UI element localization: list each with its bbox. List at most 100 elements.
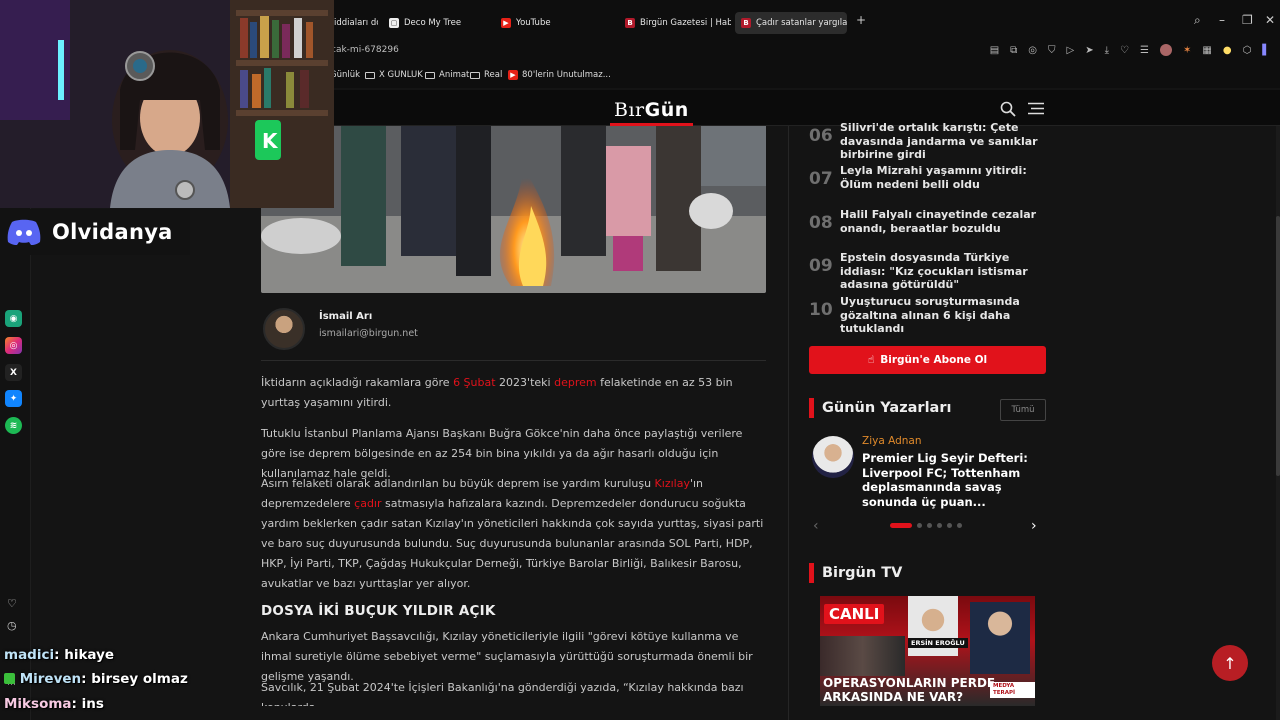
- carousel-dot[interactable]: [927, 523, 932, 528]
- new-tab-icon[interactable]: +: [856, 13, 866, 27]
- tag-link-6-subat[interactable]: 6 Şubat: [453, 376, 496, 389]
- text: 2023'teki: [495, 376, 555, 389]
- carousel-dot[interactable]: [890, 523, 912, 528]
- all-writers-button[interactable]: Tümü: [1000, 399, 1046, 421]
- carousel-dot[interactable]: [957, 523, 962, 528]
- sidebar-toggle-icon[interactable]: ▌: [1262, 45, 1270, 56]
- tab-birgun-home[interactable]: B Birgün Gazetesi | Haber, S: [619, 12, 731, 34]
- screenshot-icon[interactable]: ◎: [1028, 45, 1037, 56]
- search-tabs-icon[interactable]: ⌕: [1194, 13, 1201, 28]
- heart-icon[interactable]: ♡: [7, 597, 17, 610]
- toolbar-icons: ▤ ⧉ ◎ ⛉ ▷ ➤ ⤓ ♡ ☰ ✶ ▦ ● ⬡ ▌: [990, 44, 1270, 56]
- chat-text: ins: [81, 696, 104, 712]
- menu-icon[interactable]: ☰: [1140, 45, 1149, 56]
- bookmark-real[interactable]: Real: [470, 70, 502, 80]
- accent-bar: [809, 563, 814, 583]
- news-title[interactable]: Silivri'de ortalık karıştı: Çete davasın…: [840, 121, 1050, 162]
- author-name[interactable]: İsmail Arı: [319, 311, 372, 322]
- bookmark-label: 80'lerin Unutulmaz...: [522, 70, 611, 80]
- chat-username: Miksoma: [4, 696, 72, 712]
- carousel-dot[interactable]: [947, 523, 952, 528]
- writer-name[interactable]: Ziya Adnan: [862, 435, 922, 447]
- reader-icon[interactable]: ▤: [990, 45, 999, 56]
- translate-icon[interactable]: ⧉: [1010, 45, 1017, 56]
- carousel-next-icon[interactable]: ›: [1031, 518, 1037, 534]
- tab-iddialari[interactable]: iddiaları doğ: [328, 12, 378, 34]
- news-title[interactable]: Epstein dosyasında Türkiye iddiası: "Kız…: [840, 251, 1050, 292]
- bookmark-animat[interactable]: Animat: [425, 70, 469, 80]
- tab-deco-my-tree[interactable]: ▢ Deco My Tree: [383, 12, 483, 34]
- clock-icon[interactable]: ◷: [7, 619, 17, 632]
- birgun-logo[interactable]: BırGün: [610, 98, 693, 126]
- restore-icon[interactable]: ❐: [1242, 13, 1253, 27]
- tab-youtube[interactable]: ▶ YouTube: [495, 12, 605, 34]
- x-twitter-icon[interactable]: X: [5, 364, 22, 381]
- download-icon[interactable]: ⤓: [1105, 45, 1109, 56]
- logo-text-left: Bır: [614, 99, 645, 121]
- news-title[interactable]: Uyuşturucu soruşturmasında gözaltına alı…: [840, 295, 1050, 336]
- extension-icon[interactable]: ✶: [1183, 45, 1191, 56]
- bookmark-x-gunluk[interactable]: X GUNLUK: [365, 70, 423, 80]
- carousel-dots: [890, 523, 962, 528]
- panel-photo: [820, 636, 905, 676]
- profile-avatar[interactable]: [1159, 44, 1172, 56]
- scrollbar-thumb[interactable]: [1276, 216, 1280, 476]
- send-icon[interactable]: ➤: [1085, 45, 1093, 56]
- spotify-icon[interactable]: ≋: [5, 417, 22, 434]
- minimize-icon[interactable]: –: [1219, 13, 1225, 27]
- webcam-feed: K: [0, 0, 334, 208]
- tv-thumbnail[interactable]: CANLI ERSİN EROĞLU OPERASYONLARIN PERDE …: [820, 596, 1035, 706]
- discord-username: Olvidanya: [52, 220, 173, 244]
- scroll-to-top-button[interactable]: ↑: [1212, 645, 1248, 681]
- writer-avatar[interactable]: [812, 436, 854, 478]
- arrow-up-icon: ↑: [1223, 653, 1237, 673]
- writers-section-title: Günün Yazarları: [809, 398, 951, 418]
- tag-link-cadir[interactable]: çadır: [354, 497, 381, 510]
- close-icon[interactable]: ✕: [1265, 13, 1275, 27]
- author-email[interactable]: ismailari@birgun.net: [319, 328, 418, 339]
- author-avatar[interactable]: [263, 308, 305, 350]
- instagram-icon[interactable]: ◎: [5, 337, 22, 354]
- text: satmasıyla hafızalara kazındı. Depremzed…: [261, 497, 764, 590]
- subscribe-button[interactable]: ☝ Birgün'e Abone Ol: [809, 346, 1046, 374]
- article-subheading: DOSYA İKİ BUÇUK YILDIR AÇIK: [261, 603, 496, 619]
- text: İktidarın açıkladığı rakamlara göre: [261, 376, 454, 389]
- bookmark-gunluk[interactable]: Günlük: [330, 70, 360, 80]
- news-title[interactable]: Halil Falyalı cinayetinde cezalar onandı…: [840, 208, 1050, 235]
- tab-label: iddiaları doğ: [334, 18, 378, 28]
- bluesky-icon[interactable]: ✦: [5, 390, 22, 407]
- carousel-dot[interactable]: [917, 523, 922, 528]
- tab-label: YouTube: [516, 18, 551, 28]
- chat-username: madici: [4, 647, 55, 663]
- hamburger-menu-icon[interactable]: [1028, 102, 1044, 115]
- chat-message: Mireven: birsey olmaz: [4, 671, 188, 687]
- play-icon[interactable]: ▷: [1067, 45, 1075, 56]
- search-icon[interactable]: [1000, 101, 1016, 117]
- heart-icon[interactable]: ♡: [1120, 45, 1129, 56]
- shield-icon[interactable]: ⛉: [1048, 45, 1056, 56]
- chatgpt-icon[interactable]: ◉: [5, 310, 22, 327]
- chat-text: hikaye: [64, 647, 115, 663]
- tag-link-kizilay[interactable]: Kızılay: [655, 477, 690, 490]
- extension-icon[interactable]: ▦: [1202, 45, 1211, 56]
- tag-link-deprem[interactable]: deprem: [554, 376, 597, 389]
- medya-terapi-badge: MEDYA TERAPİ: [990, 682, 1035, 698]
- text: Asırn felaketi olarak adlandırılan bu bü…: [261, 477, 655, 490]
- news-title[interactable]: Leyla Mizrahi yaşamını yitirdi: Ölüm ned…: [840, 164, 1050, 191]
- article-photo: [261, 126, 766, 293]
- rank-number: 06: [809, 126, 833, 146]
- hand-pointer-icon: ☝: [867, 354, 875, 366]
- tab-label: Deco My Tree: [404, 18, 462, 28]
- carousel-dot[interactable]: [937, 523, 942, 528]
- page-scrollbar[interactable]: [1276, 126, 1280, 720]
- url-field[interactable]: cak-mi-678296: [331, 45, 399, 55]
- stream-side-panel: [0, 208, 31, 720]
- article-paragraph-5: Savcılık, 21 Şubat 2024'te İçişleri Baka…: [261, 681, 744, 706]
- carousel-prev-icon[interactable]: ‹: [813, 518, 819, 534]
- rank-number: 08: [809, 213, 833, 233]
- bookmark-80ler[interactable]: ▶ 80'lerin Unutulmaz...: [508, 70, 611, 80]
- extension-icon[interactable]: ⬡: [1243, 45, 1252, 56]
- extension-icon[interactable]: ●: [1223, 45, 1232, 56]
- writer-article-title[interactable]: Premier Lig Seyir Defteri: Liverpool FC;…: [862, 451, 1048, 509]
- tab-cadir-satanlar[interactable]: B Çadır satanlar yargılanac: [735, 12, 847, 34]
